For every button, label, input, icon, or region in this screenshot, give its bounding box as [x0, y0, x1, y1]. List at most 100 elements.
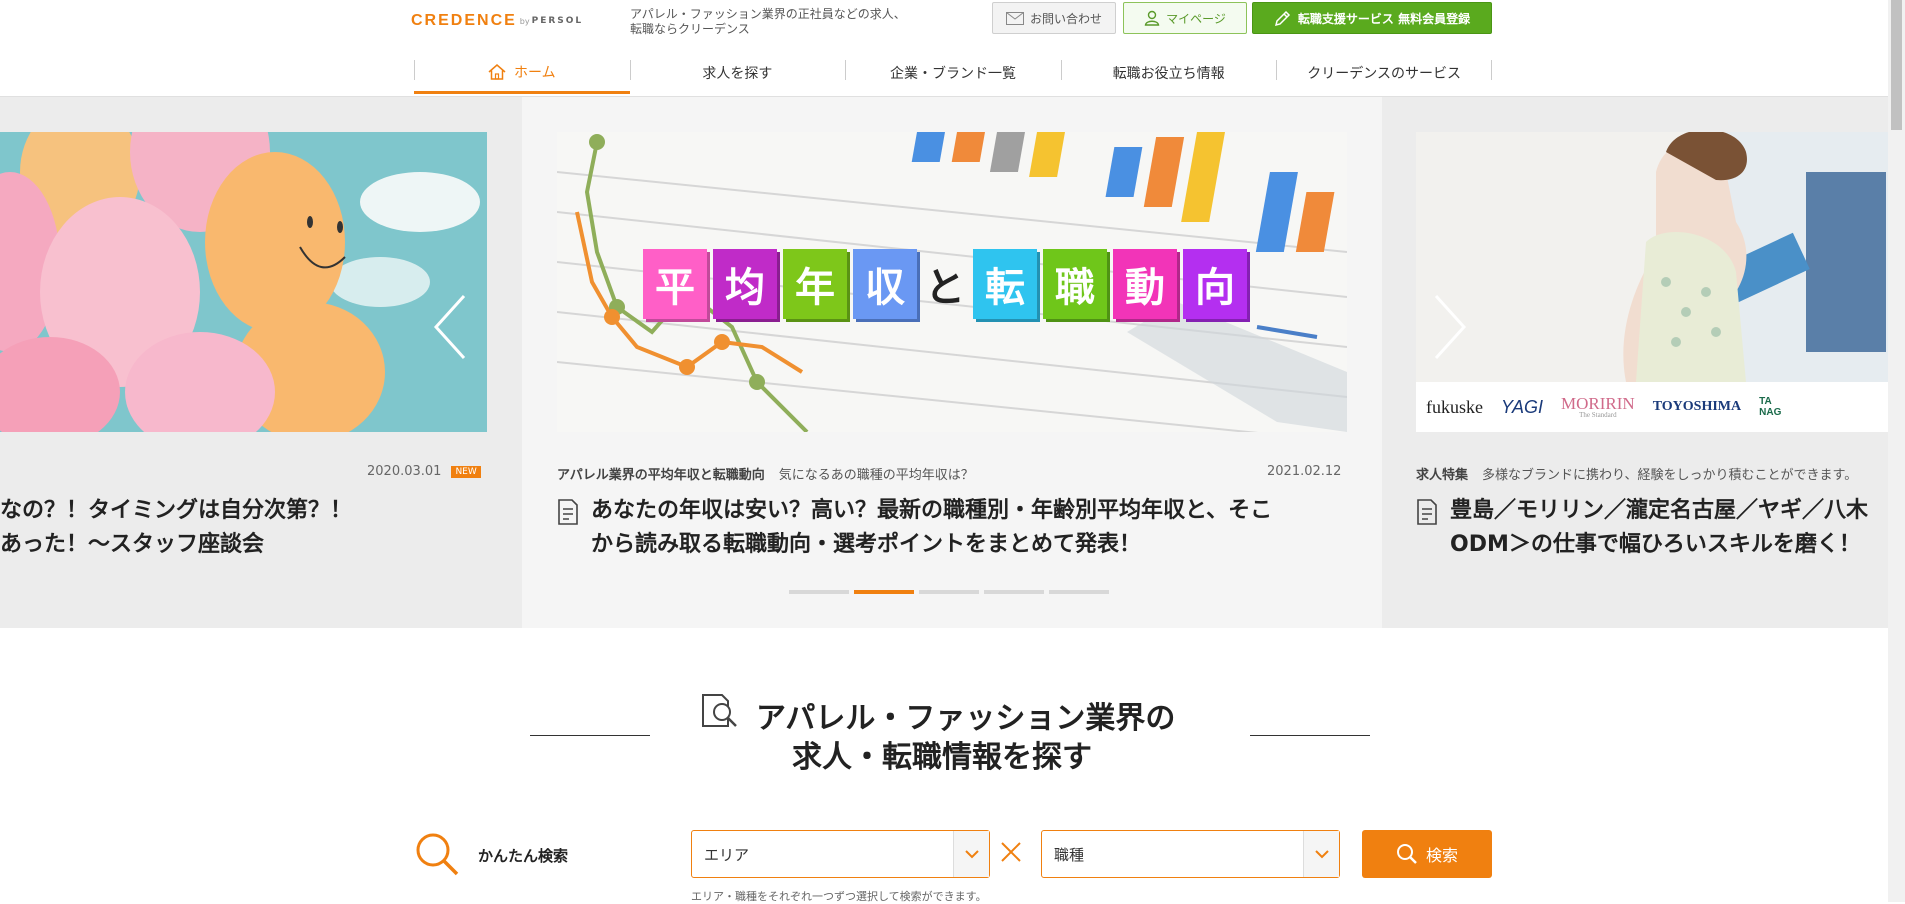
slide-image-balloons: [0, 132, 487, 432]
logo-yagi: YAGI: [1501, 396, 1544, 417]
logo-taki: TA NAG: [1759, 396, 1781, 418]
slide-title-line1: なの？！タイミングは自分次第？！: [0, 498, 353, 523]
nav-item-career-info[interactable]: 転職お役立ち情報: [1060, 52, 1277, 94]
carousel-next-arrow[interactable]: [1430, 292, 1470, 362]
slide-meta: 求人特集 多様なブランドに携わり、経験をしっかり積むことができます。: [1416, 464, 1857, 483]
banner-char: 動: [1113, 249, 1177, 319]
slide-subtitle: 多様なブランドに携わり、経験をしっかり積むことができます。: [1482, 468, 1858, 483]
logo-fukuske: fukuske: [1426, 396, 1483, 417]
banner-title-blocks: 平 均 年 収 と 転 職 動 向: [643, 245, 1247, 323]
logo-moririn-tagline: The Standard: [1579, 411, 1617, 419]
carousel-dot[interactable]: [984, 590, 1044, 594]
slide-title-line2: から読み取る転職動向・選考ポイントをまとめて発表！: [591, 532, 1142, 557]
contact-button[interactable]: お問い合わせ: [992, 2, 1116, 34]
banner-char: 均: [713, 249, 777, 319]
search-heading-line1: アパレル・ファッション業界の: [756, 701, 1176, 736]
nav-label-career-info: 転職お役立ち情報: [1112, 66, 1225, 82]
search-icon: [1396, 844, 1417, 864]
slide-title-line1: あなたの年収は安い？高い？最新の職種別・年齢別平均年収と、そこ: [591, 498, 1273, 523]
page-scrollbar[interactable]: [1888, 0, 1905, 902]
slide-title-line1: 豊島／モリリン／瀧定名古屋／ヤギ／八木: [1450, 498, 1869, 523]
logo-taki-line1: TA: [1759, 396, 1772, 407]
brand-logos-strip: fukuske YAGI MORIRIN The Standard TOYOSH…: [1416, 382, 1888, 432]
banner-char: 年: [783, 249, 847, 319]
slide-meta: アパレル業界の平均年収と転職動向 気になるあの職種の平均年収は？: [557, 464, 974, 483]
slide-subtitle: 気になるあの職種の平均年収は？: [778, 468, 974, 483]
banner-char: 向: [1183, 249, 1247, 319]
carousel-dot-active[interactable]: [854, 590, 914, 594]
job-select-value: 職種: [1054, 845, 1085, 864]
search-button-label: 検索: [1425, 846, 1458, 865]
balloons-illustration: [0, 132, 487, 432]
banner-char: 収: [853, 249, 917, 319]
document-icon: [558, 499, 578, 525]
slide-category: アパレル業界の平均年収と転職動向: [557, 468, 765, 483]
job-select[interactable]: 職種: [1041, 830, 1340, 878]
slide-title[interactable]: あなたの年収は安い？高い？最新の職種別・年齢別平均年収と、そこ から読み取る転職…: [591, 494, 1272, 562]
chevron-down-icon: [1303, 831, 1339, 877]
banner-char: 平: [643, 249, 707, 319]
easy-search-form: かんたん検索 エリア 職種 検索 エリア・職種をそれぞれ一つずつ選択して検索がで…: [413, 830, 1493, 903]
carousel-slide-next[interactable]: fukuske YAGI MORIRIN The Standard TOYOSH…: [1382, 97, 1888, 628]
home-icon: [488, 63, 506, 80]
register-button[interactable]: 転職支援サービス 無料会員登録: [1252, 2, 1492, 34]
scrollbar-thumb[interactable]: [1891, 0, 1902, 130]
logo-taki-line2: NAG: [1759, 407, 1782, 418]
nav-label-services: クリーデンスのサービス: [1307, 66, 1462, 82]
register-label: 転職支援サービス 無料会員登録: [1297, 11, 1471, 26]
search-section-heading: アパレル・ファッション業界の 求人・転職情報を探す: [530, 690, 1370, 775]
logo-moririn: MORIRIN The Standard: [1561, 395, 1635, 419]
pencil-icon: [1274, 10, 1290, 27]
slide-title[interactable]: なの？！タイミングは自分次第？！ あった！～スタッフ座談会: [0, 494, 352, 562]
mypage-button[interactable]: マイページ: [1123, 2, 1247, 34]
area-select[interactable]: エリア: [691, 830, 990, 878]
heading-rule-right: [1250, 735, 1370, 736]
search-button[interactable]: 検索: [1362, 830, 1492, 878]
logo-moririn-name: MORIRIN: [1561, 394, 1635, 413]
carousel-dot[interactable]: [1049, 590, 1109, 594]
nav-label-find-jobs: 求人を探す: [702, 66, 773, 82]
carousel-slide-current[interactable]: 平 均 年 収 と 転 職 動 向 アパレル業界の平均年収と転職動向 気になるあ…: [522, 97, 1382, 628]
slide-image-feature: fukuske YAGI MORIRIN The Standard TOYOSH…: [1416, 132, 1888, 432]
nav-item-services[interactable]: クリーデンスのサービス: [1276, 52, 1492, 94]
times-icon: [1001, 842, 1021, 862]
nav-item-companies[interactable]: 企業・ブランド一覧: [845, 52, 1061, 94]
document-icon: [1417, 499, 1437, 525]
banner-char: と: [925, 265, 965, 311]
mail-icon: [1005, 11, 1024, 25]
site-header: CREDENCE by PERSOL アパレル・ファッション業界の正社員などの求…: [0, 0, 1905, 97]
nav-item-find-jobs[interactable]: 求人を探す: [629, 52, 846, 94]
nav-label-home: ホーム: [514, 64, 556, 81]
heading-rule-left: [530, 735, 650, 736]
mypage-label: マイページ: [1166, 11, 1226, 26]
nav-label-companies: 企業・ブランド一覧: [889, 66, 1016, 82]
area-select-value: エリア: [704, 845, 750, 864]
logo-by: by: [519, 16, 530, 26]
site-tagline: アパレル・ファッション業界の正社員などの求人、転職ならクリーデンス: [630, 7, 906, 36]
carousel-dot[interactable]: [789, 590, 849, 594]
carousel-slide-prev[interactable]: 2020.03.01 NEW なの？！タイミングは自分次第？！ あった！～スタッフ…: [0, 97, 522, 628]
user-icon: [1144, 10, 1160, 26]
chevron-down-icon: [953, 831, 989, 877]
feature-carousel: 2020.03.01 NEW なの？！タイミングは自分次第？！ あった！～スタッフ…: [0, 97, 1888, 628]
slide-date: 2020.03.01 NEW: [367, 464, 481, 479]
slide-title-line2: あった！～スタッフ座談会: [0, 532, 265, 557]
carousel-pagination: [789, 590, 1109, 594]
logo-persol: PERSOL: [531, 16, 584, 26]
slide-category: 求人特集: [1416, 468, 1469, 483]
new-badge: NEW: [451, 465, 481, 478]
nav-item-home[interactable]: ホーム: [414, 52, 630, 94]
site-logo[interactable]: CREDENCE by PERSOL: [411, 10, 621, 32]
slide-date-text: 2020.03.01: [367, 464, 442, 479]
carousel-dot[interactable]: [919, 590, 979, 594]
search-document-icon: [702, 694, 737, 727]
global-nav: ホーム 求人を探す 企業・ブランド一覧 転職お役立ち情報 クリーデンスのサービス: [414, 52, 1492, 97]
slide-title-line2: ODM＞の仕事で幅ひろいスキルを磨く！: [1450, 532, 1861, 557]
slide-title[interactable]: 豊島／モリリン／瀧定名古屋／ヤギ／八木 ODM＞の仕事で幅ひろいスキルを磨く！: [1450, 494, 1868, 562]
magnifier-icon: [416, 833, 459, 876]
carousel-prev-arrow[interactable]: [430, 292, 470, 362]
banner-char: 職: [1043, 249, 1107, 319]
easy-search-label: かんたん検索: [478, 847, 569, 865]
slide-date: 2021.02.12: [1267, 464, 1342, 479]
banner-char: 転: [973, 249, 1037, 319]
